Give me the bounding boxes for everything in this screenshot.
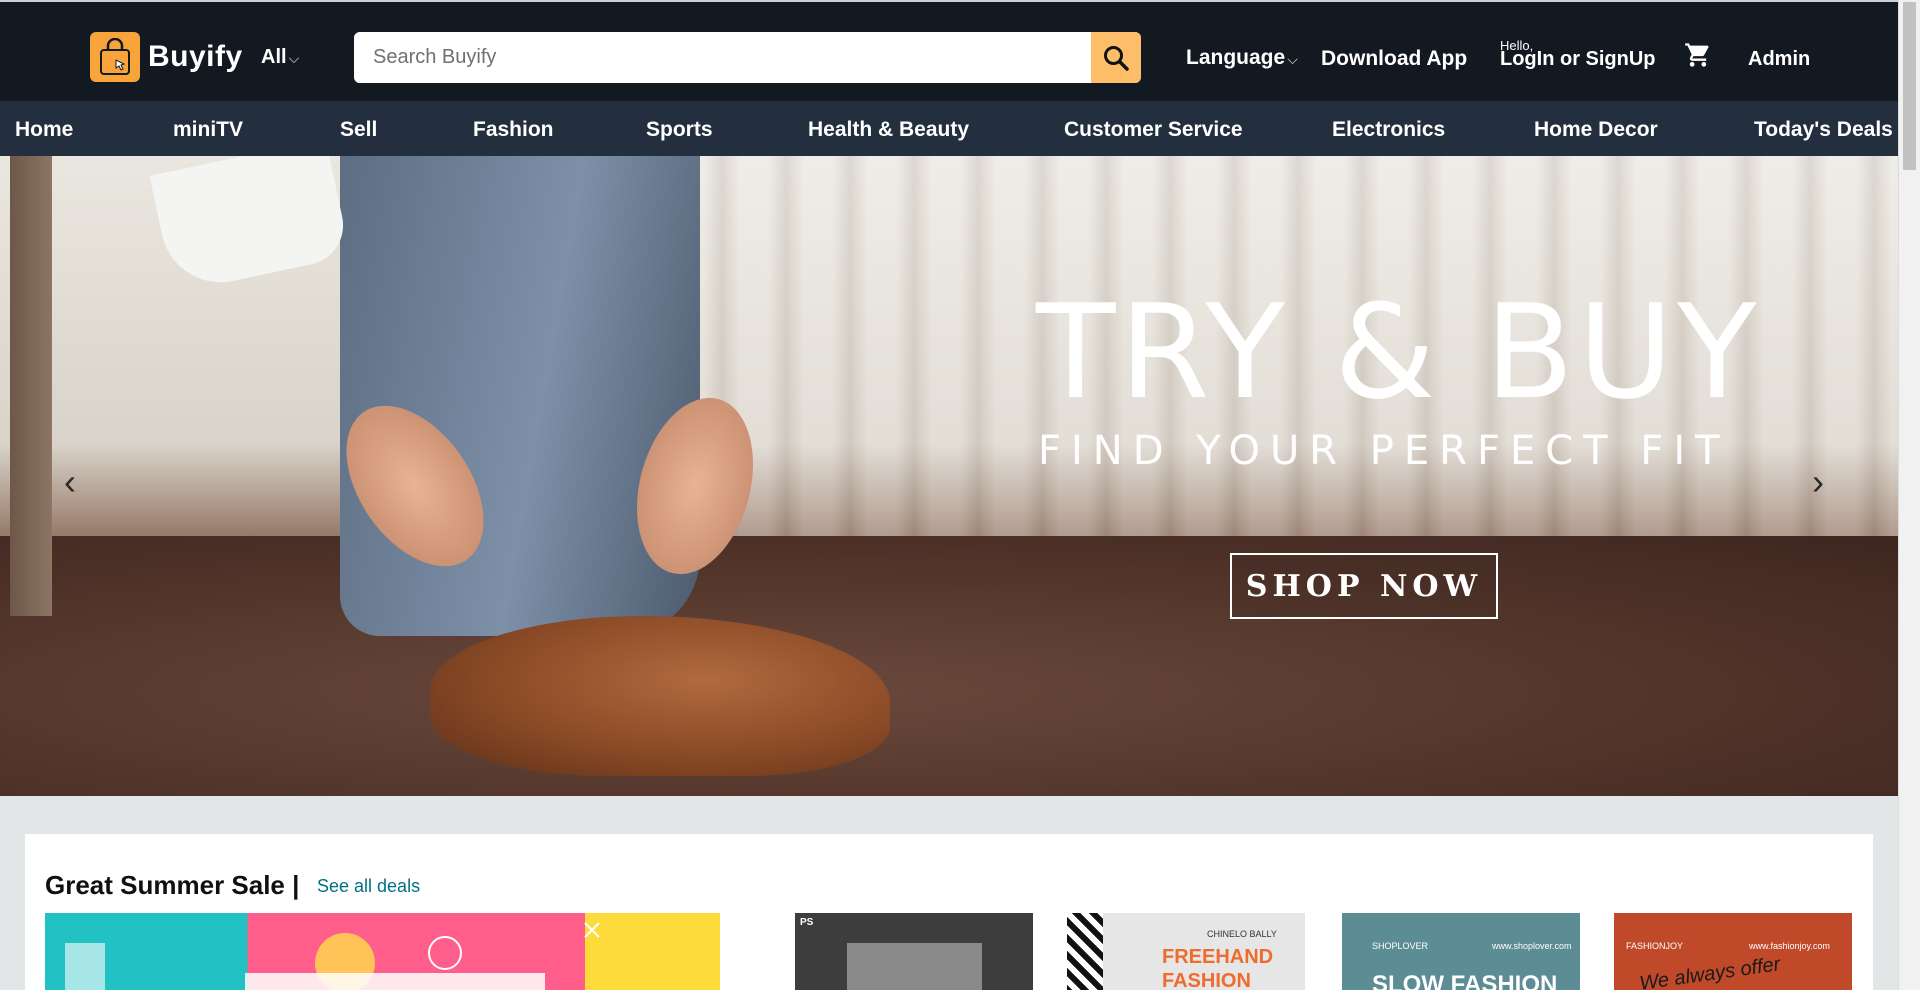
admin-link[interactable]: Admin — [1748, 48, 1810, 71]
language-label: Language — [1186, 46, 1286, 69]
section-title: Great Summer Sale | — [45, 870, 300, 900]
search-button[interactable] — [1091, 32, 1141, 83]
hero-carousel[interactable]: TRY & BUY FIND YOUR PERFECT FIT SHOP NOW… — [0, 156, 1898, 796]
chevron-down-icon: ⌵ — [288, 50, 300, 66]
card-brand: FASHIONJOY — [1626, 941, 1684, 951]
card-site: www.shoplover.com — [1492, 941, 1572, 951]
nav-item-fashion[interactable]: Fashion — [473, 118, 554, 142]
brand-name: Buyify — [148, 40, 243, 73]
page-scrollbar[interactable] — [1898, 0, 1920, 990]
hero-floor — [0, 536, 1898, 796]
card-photo — [847, 943, 982, 990]
deal-card[interactable] — [45, 913, 720, 990]
nav-item-customer-service[interactable]: Customer Service — [1064, 118, 1243, 142]
nav-item-home[interactable]: Home — [15, 118, 73, 142]
cart-icon — [1685, 43, 1709, 67]
nav-item-electronics[interactable]: Electronics — [1332, 118, 1445, 142]
scrollbar-thumb[interactable] — [1903, 2, 1916, 170]
card-headline: SLOW FASHION — [1372, 971, 1558, 990]
deal-card[interactable]: SHOPLOVER www.shoplover.com SLOW FASHION — [1342, 913, 1580, 990]
login-signup-link[interactable]: LogIn or SignUp — [1500, 48, 1656, 71]
shop-now-button[interactable]: SHOP NOW — [1230, 553, 1498, 619]
nav-item-sports[interactable]: Sports — [646, 118, 713, 142]
nav-item-sell[interactable]: Sell — [340, 118, 377, 142]
search-icon — [1104, 45, 1129, 71]
page: Buyify All⌵ Language⌵ Download App Hello… — [0, 0, 1898, 990]
hero-chair-leg — [10, 156, 52, 616]
category-dropdown[interactable]: All ⌵ — [261, 46, 299, 69]
card-site: www.fashionjoy.com — [1749, 941, 1830, 951]
nav-item-health-beauty[interactable]: Health & Beauty — [808, 118, 969, 142]
card-brand: SHOPLOVER — [1372, 941, 1429, 951]
category-label: All — [261, 46, 287, 68]
chevron-right-icon[interactable]: › — [1812, 461, 1824, 503]
card-headline: We always offer — [1638, 953, 1782, 990]
nav-item-todays-deals[interactable]: Today's Deals — [1754, 118, 1893, 142]
nav-item-home-decor[interactable]: Home Decor — [1534, 118, 1658, 142]
cart-button[interactable] — [1684, 41, 1712, 74]
nav-item-minitv[interactable]: miniTV — [173, 118, 243, 142]
hero-shirt-cuff — [149, 156, 351, 294]
category-nav: Home miniTV Sell Fashion Sports Health &… — [0, 101, 1898, 156]
chevron-left-icon[interactable]: ‹ — [64, 461, 76, 503]
language-selector[interactable]: Language ⌵ — [1186, 46, 1298, 70]
download-app-link[interactable]: Download App — [1321, 47, 1467, 71]
deal-card[interactable]: FASHIONJOY www.fashionjoy.com We always … — [1614, 913, 1852, 990]
card-label: PS — [800, 917, 814, 928]
search-input[interactable] — [354, 32, 1091, 83]
hero-title: TRY & BUY — [1036, 276, 1761, 428]
brand-logo[interactable]: Buyify — [90, 32, 243, 82]
deal-card[interactable]: CHINELO BALLY FREEHAND FASHION — [1067, 913, 1305, 990]
hero-subtitle: FIND YOUR PERFECT FIT — [1038, 428, 1730, 474]
deal-card-art — [65, 922, 600, 990]
chevron-down-icon: ⌵ — [1287, 51, 1298, 67]
card-headline: FREEHAND FASHION — [1162, 946, 1274, 990]
see-all-deals-link[interactable]: See all deals — [317, 876, 420, 897]
shopping-bag-icon — [90, 32, 140, 82]
card-brand: CHINELO BALLY — [1207, 929, 1277, 939]
deal-card[interactable]: PS — [795, 913, 1033, 990]
deals-section: Great Summer Sale | See all deals PS CHI… — [25, 834, 1873, 990]
search-bar — [354, 32, 1141, 83]
hero-trousers — [340, 156, 700, 636]
top-header: Buyify All⌵ Language⌵ Download App Hello… — [0, 0, 1898, 101]
card-stripes — [1067, 913, 1103, 990]
